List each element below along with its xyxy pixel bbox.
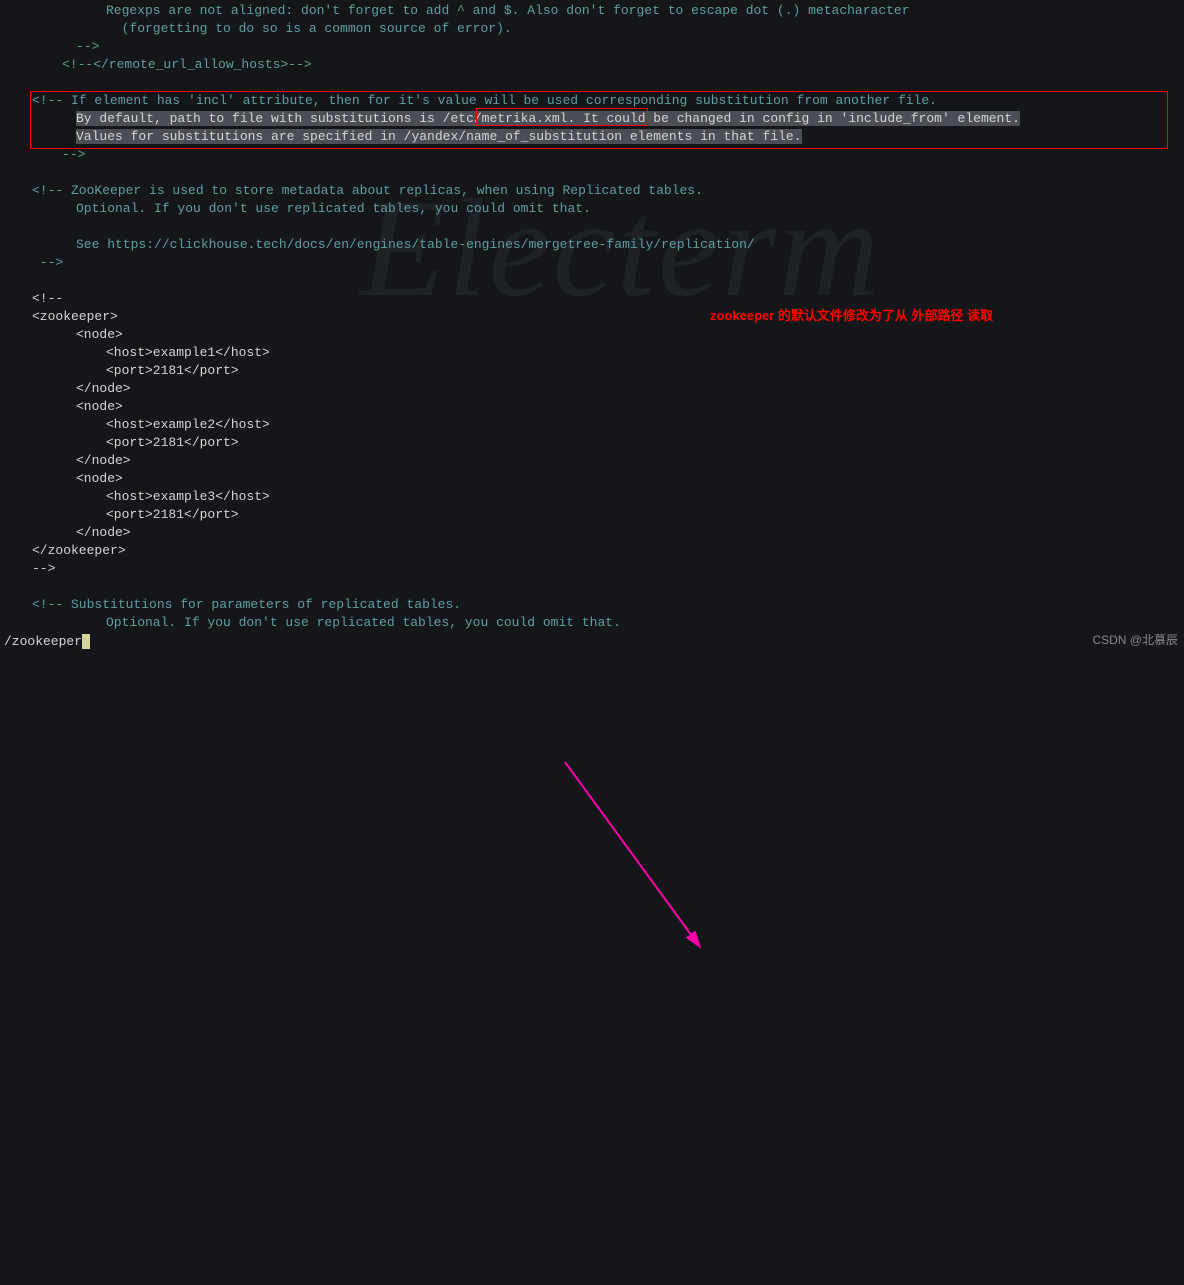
code-line: </node> (2, 524, 1184, 542)
code-line: By default, path to file with substituti… (2, 110, 1184, 128)
code-line: (forgetting to do so is a common source … (2, 20, 1184, 38)
code-line: <node> (2, 326, 1184, 344)
annotation-arrow (0, 632, 1184, 1285)
code-line: </zookeeper> (2, 542, 1184, 560)
code-line (2, 578, 1184, 596)
code-line (2, 74, 1184, 92)
code-line: --> (2, 560, 1184, 578)
code-line: <port>2181</port> (2, 434, 1184, 452)
code-line: <!-- If element has 'incl' attribute, th… (2, 92, 1184, 110)
code-line: <!--</remote_url_allow_hosts>--> (2, 56, 1184, 74)
code-line: <!-- ZooKeeper is used to store metadata… (2, 182, 1184, 200)
csdn-watermark: CSDN @北慕辰 (1092, 631, 1178, 649)
editor-content[interactable]: Regexps are not aligned: don't forget to… (0, 0, 1184, 632)
code-line (2, 218, 1184, 236)
code-line: <!-- (2, 290, 1184, 308)
code-line: <host>example1</host> (2, 344, 1184, 362)
search-text: /zookeeper (4, 634, 82, 649)
annotation-text: zookeeper 的默认文件修改为了从 外部路径 读取 (710, 307, 993, 325)
code-line: Values for substitutions are specified i… (2, 128, 1184, 146)
cursor (82, 634, 90, 649)
code-line: Regexps are not aligned: don't forget to… (2, 0, 1184, 20)
code-line: </node> (2, 380, 1184, 398)
code-line (2, 164, 1184, 182)
code-line: <port>2181</port> (2, 506, 1184, 524)
search-bar[interactable]: /zookeeper (4, 633, 90, 651)
code-line: </node> (2, 452, 1184, 470)
code-line: <host>example2</host> (2, 416, 1184, 434)
code-line: Optional. If you don't use replicated ta… (2, 200, 1184, 218)
code-line: <host>example3</host> (2, 488, 1184, 506)
code-line: --> (2, 38, 1184, 56)
code-line: <port>2181</port> (2, 362, 1184, 380)
code-line: <!-- Substitutions for parameters of rep… (2, 596, 1184, 614)
code-line: <zookeeper> (2, 308, 1184, 326)
code-line: --> (2, 254, 1184, 272)
code-line: <node> (2, 398, 1184, 416)
code-line: Optional. If you don't use replicated ta… (2, 614, 1184, 632)
code-line: <node> (2, 470, 1184, 488)
code-line: See https://clickhouse.tech/docs/en/engi… (2, 236, 1184, 254)
code-line (2, 272, 1184, 290)
code-line: --> (2, 146, 1184, 164)
